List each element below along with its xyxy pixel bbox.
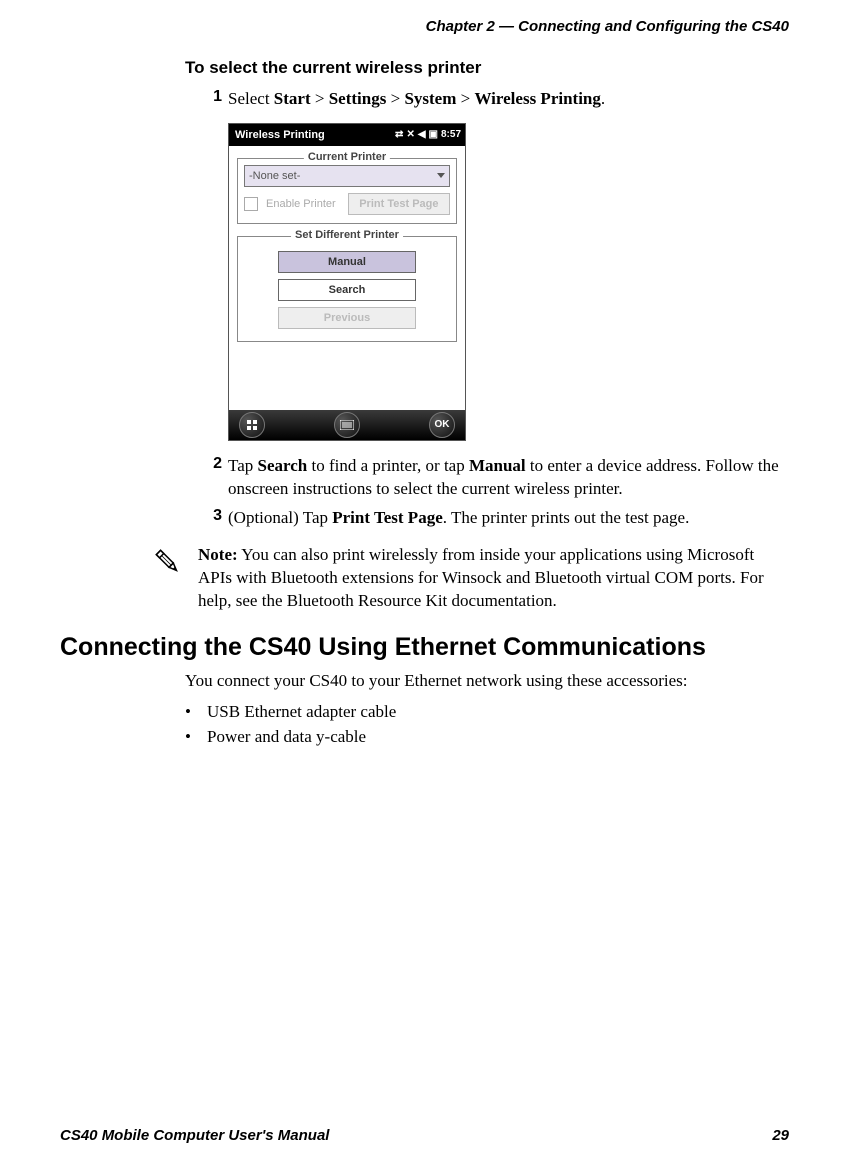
note-body: You can also print wirelessly from insid… (198, 545, 764, 610)
app-title: Wireless Printing (235, 129, 325, 141)
step-number: 1 (200, 88, 222, 111)
bullet-marker: • (185, 699, 207, 725)
set-different-printer-group: Set Different Printer Manual Search Prev… (237, 236, 457, 342)
step-number: 3 (200, 507, 222, 530)
section-intro: You connect your CS40 to your Ethernet n… (185, 670, 789, 693)
text: > (386, 89, 404, 108)
bottombar: OK (229, 410, 465, 440)
text: Select (228, 89, 274, 108)
kw-start: Start (274, 89, 311, 108)
subheading: To select the current wireless printer (185, 58, 789, 78)
step-1: 1 Select Start > Settings > System > Wir… (200, 88, 789, 111)
kw-manual: Manual (469, 456, 526, 475)
text: . The printer prints out the test page. (443, 508, 690, 527)
step-body: Tap Search to find a printer, or tap Man… (228, 455, 789, 501)
enable-printer-label: Enable Printer (266, 198, 336, 210)
bullet-1: • USB Ethernet adapter cable (185, 699, 789, 725)
current-printer-legend: Current Printer (304, 151, 390, 163)
step-number: 2 (200, 455, 222, 501)
status-tray: ⇄ ✕ ◀ ▣ 8:57 (395, 129, 461, 140)
clock: 8:57 (441, 129, 461, 140)
text: > (311, 89, 329, 108)
kw-settings: Settings (329, 89, 387, 108)
chapter-header: Chapter 2 — Connecting and Configuring t… (426, 18, 789, 35)
note: Note: You can also print wirelessly from… (150, 544, 789, 613)
printer-select-value: -None set- (249, 170, 300, 182)
kw-wireless-printing: Wireless Printing (474, 89, 600, 108)
bullet-marker: • (185, 724, 207, 750)
ok-button[interactable]: OK (429, 412, 455, 438)
section-heading: Connecting the CS40 Using Ethernet Commu… (60, 633, 789, 662)
bullet-2: • Power and data y-cable (185, 724, 789, 750)
enable-printer-checkbox[interactable] (244, 197, 258, 211)
step-body: (Optional) Tap Print Test Page. The prin… (228, 507, 689, 530)
current-printer-group: Current Printer -None set- Enable Printe… (237, 158, 457, 224)
kw-search: Search (258, 456, 308, 475)
embedded-screenshot: Wireless Printing ⇄ ✕ ◀ ▣ 8:57 Current P… (228, 123, 789, 441)
signal-icon: ⇄ (395, 129, 403, 140)
volume-icon: ◀ (418, 129, 426, 140)
note-text: Note: You can also print wirelessly from… (198, 544, 789, 613)
bullet-text: USB Ethernet adapter cable (207, 699, 396, 725)
footer-page: 29 (772, 1127, 789, 1144)
bullet-text: Power and data y-cable (207, 724, 366, 750)
text: Tap (228, 456, 258, 475)
kw-system: System (404, 89, 456, 108)
printer-select[interactable]: -None set- (244, 165, 450, 187)
print-test-page-button[interactable]: Print Test Page (348, 193, 450, 215)
network-icon: ✕ (406, 129, 414, 140)
chevron-down-icon (437, 173, 445, 178)
step-body: Select Start > Settings > System > Wirel… (228, 88, 605, 111)
text: to find a printer, or tap (307, 456, 469, 475)
text: > (456, 89, 474, 108)
phone-frame: Wireless Printing ⇄ ✕ ◀ ▣ 8:57 Current P… (228, 123, 466, 441)
step-2: 2 Tap Search to find a printer, or tap M… (200, 455, 789, 501)
text: . (601, 89, 605, 108)
pencil-icon (150, 544, 186, 613)
titlebar: Wireless Printing ⇄ ✕ ◀ ▣ 8:57 (229, 124, 465, 146)
previous-button[interactable]: Previous (278, 307, 416, 329)
note-label: Note: (198, 545, 238, 564)
footer-manual: CS40 Mobile Computer User's Manual (60, 1127, 329, 1144)
manual-button[interactable]: Manual (278, 251, 416, 273)
step-3: 3 (Optional) Tap Print Test Page. The pr… (200, 507, 789, 530)
text: (Optional) Tap (228, 508, 332, 527)
keyboard-button[interactable] (334, 412, 360, 438)
search-button[interactable]: Search (278, 279, 416, 301)
kw-print-test-page: Print Test Page (332, 508, 443, 527)
battery-icon: ▣ (429, 129, 438, 140)
start-button[interactable] (239, 412, 265, 438)
set-different-printer-legend: Set Different Printer (291, 229, 403, 241)
